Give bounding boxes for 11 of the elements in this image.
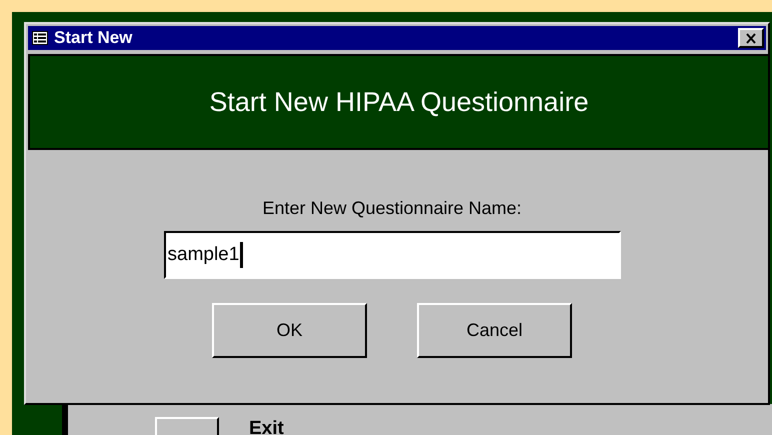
ok-button[interactable]: OK — [212, 303, 367, 358]
window-title: Start New — [54, 28, 134, 48]
exit-label: Exit — [249, 418, 284, 435]
close-button[interactable] — [738, 28, 764, 48]
name-prompt: Enter New Questionnaire Name: — [262, 198, 522, 219]
cancel-button[interactable]: Cancel — [417, 303, 572, 358]
name-input-field[interactable]: sample1 — [164, 231, 620, 279]
close-icon — [745, 32, 757, 44]
form-icon — [32, 31, 48, 45]
header-title: Start New HIPAA Questionnaire — [209, 86, 589, 118]
field-value: sample1 — [168, 244, 240, 266]
